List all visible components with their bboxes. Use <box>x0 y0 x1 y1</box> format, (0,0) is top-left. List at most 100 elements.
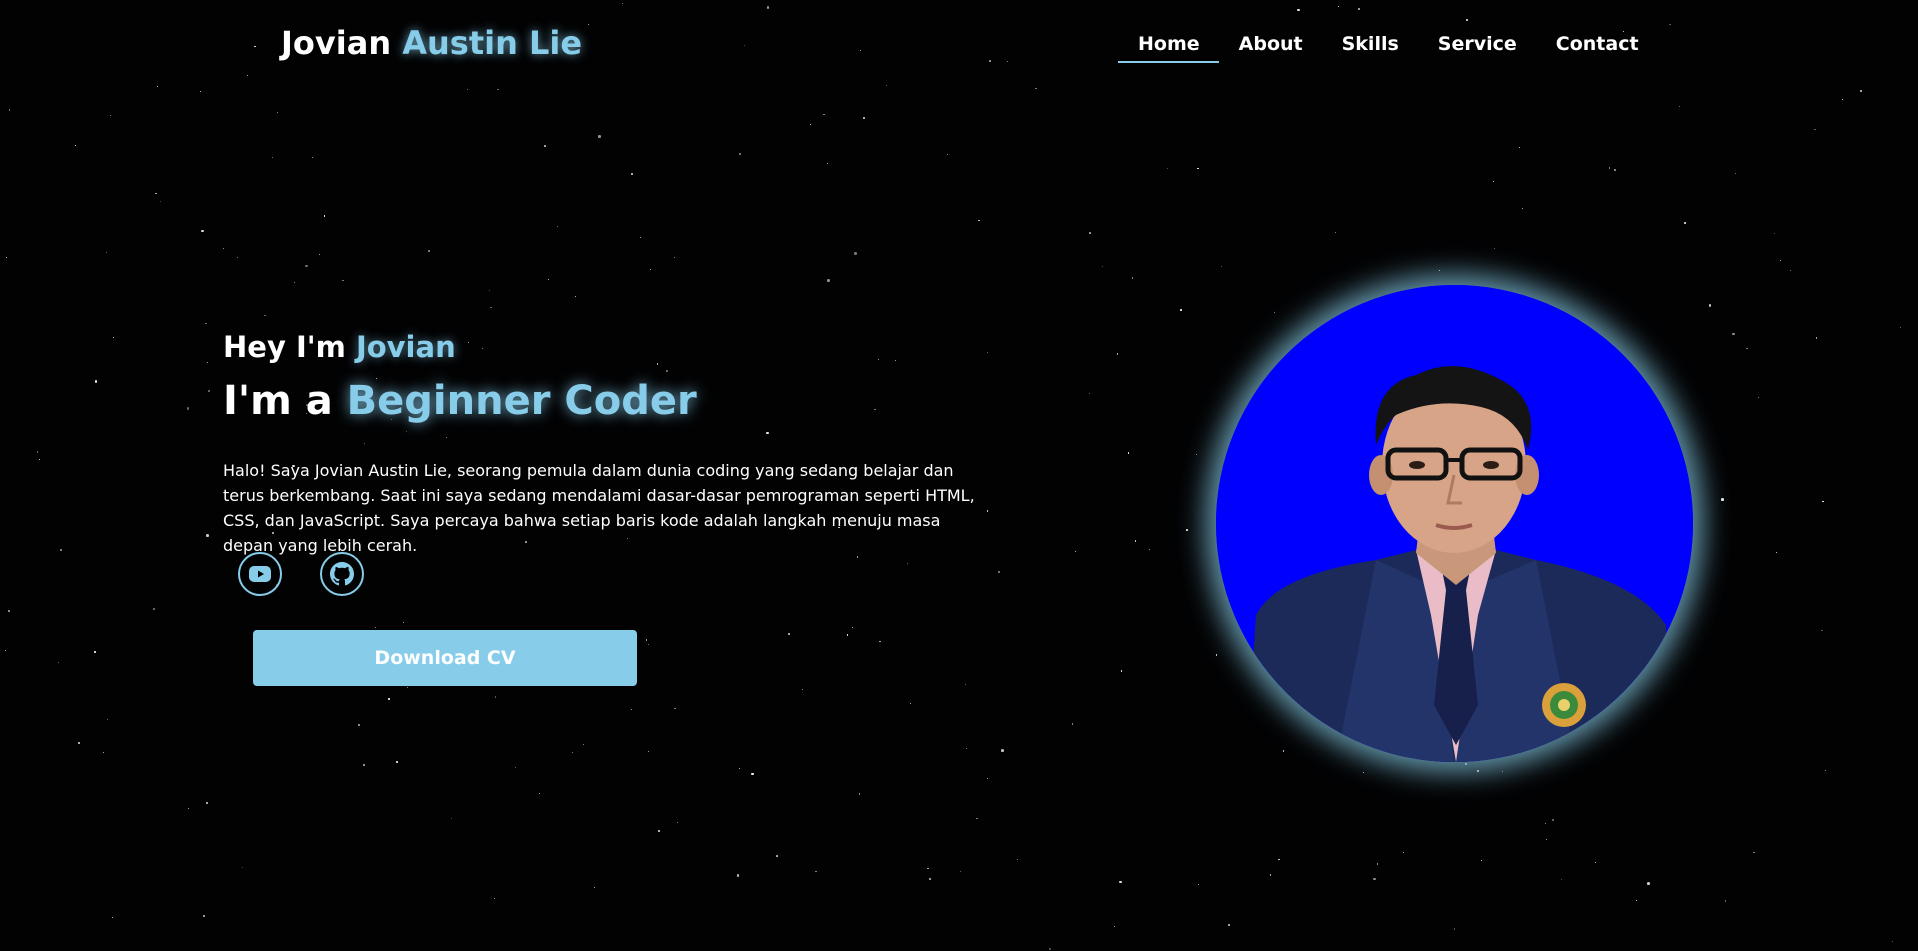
nav-home[interactable]: Home <box>1118 30 1219 63</box>
star-dot <box>159 200 162 203</box>
star-dot <box>312 157 314 159</box>
star-dot <box>1006 60 1009 63</box>
star-dot <box>1113 925 1115 927</box>
hero-role: I'm a Beginner Coder <box>223 378 697 424</box>
star-dot <box>676 821 678 823</box>
star-dot <box>358 724 360 726</box>
site-logo[interactable]: Jovian Austin Lie <box>281 24 582 62</box>
greeting-name: Jovian <box>355 330 456 364</box>
star-dot <box>1186 529 1188 531</box>
star-dot <box>574 296 576 298</box>
star-dot <box>1552 819 1554 821</box>
star-dot <box>405 430 408 433</box>
nav-contact[interactable]: Contact <box>1556 30 1639 63</box>
star-dot <box>222 247 225 250</box>
star-dot <box>987 352 989 354</box>
star-dot <box>1502 771 1504 773</box>
star-dot <box>877 359 879 361</box>
star-dot <box>860 49 862 51</box>
star-dot <box>1274 311 1276 313</box>
star-dot <box>364 442 366 444</box>
star-dot <box>1102 265 1104 267</box>
logo-first-name: Jovian <box>281 24 392 62</box>
github-link[interactable] <box>320 552 364 596</box>
star-dot <box>207 361 209 363</box>
star-dot <box>105 251 107 253</box>
main-nav: Home About Skills Service Contact <box>1118 30 1639 63</box>
nav-service[interactable]: Service <box>1438 30 1517 63</box>
star-dot <box>809 124 811 126</box>
star-dot <box>822 113 825 116</box>
star-dot <box>490 306 492 309</box>
star-dot <box>1493 181 1495 183</box>
star-dot <box>1544 822 1547 825</box>
star-dot <box>1362 772 1364 774</box>
star-dot <box>1120 670 1123 672</box>
star-dot <box>1780 260 1782 262</box>
star-dot <box>342 279 344 282</box>
star-dot <box>986 777 988 779</box>
greeting-prefix: Hey I'm <box>223 330 346 364</box>
star-dot <box>1035 87 1037 90</box>
star-dot <box>965 747 967 749</box>
star-dot <box>854 252 857 256</box>
star-dot <box>852 626 854 628</box>
star-dot <box>648 750 650 752</box>
star-dot <box>815 870 818 873</box>
star-dot <box>1149 549 1151 551</box>
star-dot <box>788 632 790 635</box>
star-dot <box>1494 247 1496 249</box>
role-prefix: I'm a <box>223 378 333 424</box>
star-dot <box>1464 762 1468 766</box>
star-dot <box>242 867 244 869</box>
star-dot <box>305 264 308 268</box>
star-dot <box>929 878 931 880</box>
star-dot <box>112 336 114 338</box>
star-dot <box>1595 861 1597 863</box>
star-dot <box>997 571 1000 573</box>
star-dot <box>1732 332 1735 336</box>
star-dot <box>1815 337 1818 339</box>
nav-about[interactable]: About <box>1239 30 1303 63</box>
star-dot <box>1613 168 1617 172</box>
star-dot <box>1215 654 1218 656</box>
star-dot <box>1228 924 1230 926</box>
star-dot <box>631 173 633 175</box>
star-dot <box>375 626 376 628</box>
star-dot <box>630 709 632 711</box>
star-dot <box>1789 270 1791 272</box>
download-cv-button[interactable]: Download CV <box>253 630 637 686</box>
nav-skills[interactable]: Skills <box>1342 30 1399 63</box>
star-dot <box>1746 347 1748 350</box>
star-dot <box>1071 723 1074 725</box>
star-dot <box>1668 23 1671 26</box>
star-dot <box>1466 19 1468 21</box>
star-dot <box>155 192 157 195</box>
star-dot <box>246 74 248 76</box>
star-dot <box>1282 750 1285 752</box>
star-dot <box>109 114 112 117</box>
star-dot <box>658 830 660 833</box>
star-dot <box>598 135 601 138</box>
star-dot <box>666 370 668 372</box>
role-accent: Beginner Coder <box>346 378 697 424</box>
star-dot <box>205 802 208 805</box>
star-dot <box>1522 208 1524 210</box>
star-dot <box>1545 838 1547 840</box>
star-dot <box>403 622 405 624</box>
star-dot <box>539 792 541 794</box>
star-dot <box>965 684 966 686</box>
star-dot <box>6 256 8 258</box>
youtube-link[interactable] <box>238 552 282 596</box>
star-dot <box>739 153 741 155</box>
star-dot <box>451 817 453 819</box>
hero-bio: Halo! Saya Jovian Austin Lie, seorang pe… <box>223 461 975 555</box>
star-dot <box>736 874 740 877</box>
star-dot <box>885 85 887 87</box>
star-dot <box>1127 452 1130 454</box>
star-dot <box>200 90 202 92</box>
star-dot <box>544 145 546 147</box>
star-dot <box>556 225 559 228</box>
star-dot <box>910 703 912 705</box>
star-dot <box>428 250 430 253</box>
